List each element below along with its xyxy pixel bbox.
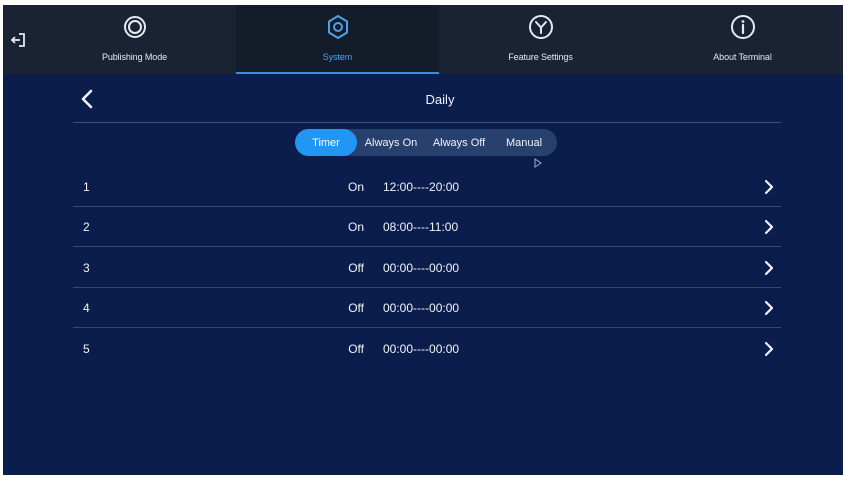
tab-label: About Terminal	[713, 52, 772, 62]
header-divider	[73, 122, 781, 123]
info-icon	[729, 13, 757, 41]
tab-label: System	[322, 52, 353, 62]
chevron-right-icon	[764, 300, 774, 316]
row-state: Off	[348, 261, 364, 275]
tab-label: Publishing Mode	[101, 52, 168, 62]
row-index: 1	[83, 180, 90, 194]
row-time-range: 00:00----00:00	[383, 301, 460, 315]
chevron-right-icon	[764, 341, 774, 357]
tab-underline	[642, 72, 843, 74]
exit-button[interactable]	[3, 5, 33, 74]
top-nav-bar: Publishing Mode System Feature Settings	[3, 5, 843, 74]
row-divider	[73, 246, 781, 247]
gear-icon	[324, 13, 352, 41]
row-state: On	[347, 180, 364, 194]
tab-underline	[439, 72, 642, 74]
tab-underline	[236, 72, 439, 74]
tab-underline	[33, 72, 236, 74]
page-title: Daily	[425, 92, 455, 107]
row-state: Off	[348, 301, 364, 315]
tab-about-terminal[interactable]: About Terminal	[642, 5, 843, 74]
row-time-range: 00:00----00:00	[383, 261, 460, 275]
mode-option-manual[interactable]: Manual	[493, 129, 555, 156]
tab-publishing-mode[interactable]: Publishing Mode	[33, 5, 236, 74]
app-window: Publishing Mode System Feature Settings	[3, 5, 843, 475]
tab-system[interactable]: System	[236, 5, 439, 74]
mode-option-always-on[interactable]: Always On	[357, 129, 425, 156]
row-index: 3	[83, 261, 90, 275]
row-index: 2	[83, 220, 90, 234]
row-index: 5	[83, 342, 90, 356]
mode-option-always-off[interactable]: Always Off	[425, 129, 493, 156]
mode-option-timer[interactable]: Timer	[295, 129, 357, 156]
feature-settings-icon	[527, 13, 555, 41]
chevron-right-icon	[764, 219, 774, 235]
mode-selector: Timer Always On Always Off Manual	[295, 129, 557, 156]
schedule-row-5[interactable]: 5 Off 00:00----00:00	[73, 329, 781, 369]
row-state: On	[347, 220, 364, 234]
row-divider	[73, 327, 781, 328]
row-index: 4	[83, 301, 90, 315]
tab-feature-settings[interactable]: Feature Settings	[439, 5, 642, 74]
schedule-row-4[interactable]: 4 Off 00:00----00:00	[73, 288, 781, 328]
row-time-range: 12:00----20:00	[383, 180, 460, 194]
row-time-range: 08:00----11:00	[383, 220, 459, 234]
row-time-range: 00:00----00:00	[383, 342, 460, 356]
tab-label: Feature Settings	[508, 52, 573, 62]
row-state: Off	[348, 342, 364, 356]
publishing-mode-icon	[121, 13, 149, 41]
chevron-right-icon	[764, 179, 774, 195]
schedule-row-2[interactable]: 2 On 08:00----11:00	[73, 207, 781, 247]
exit-icon	[10, 32, 25, 47]
chevron-right-icon	[764, 260, 774, 276]
schedule-row-3[interactable]: 3 Off 00:00----00:00	[73, 248, 781, 288]
schedule-row-1[interactable]: 1 On 12:00----20:00	[73, 167, 781, 207]
